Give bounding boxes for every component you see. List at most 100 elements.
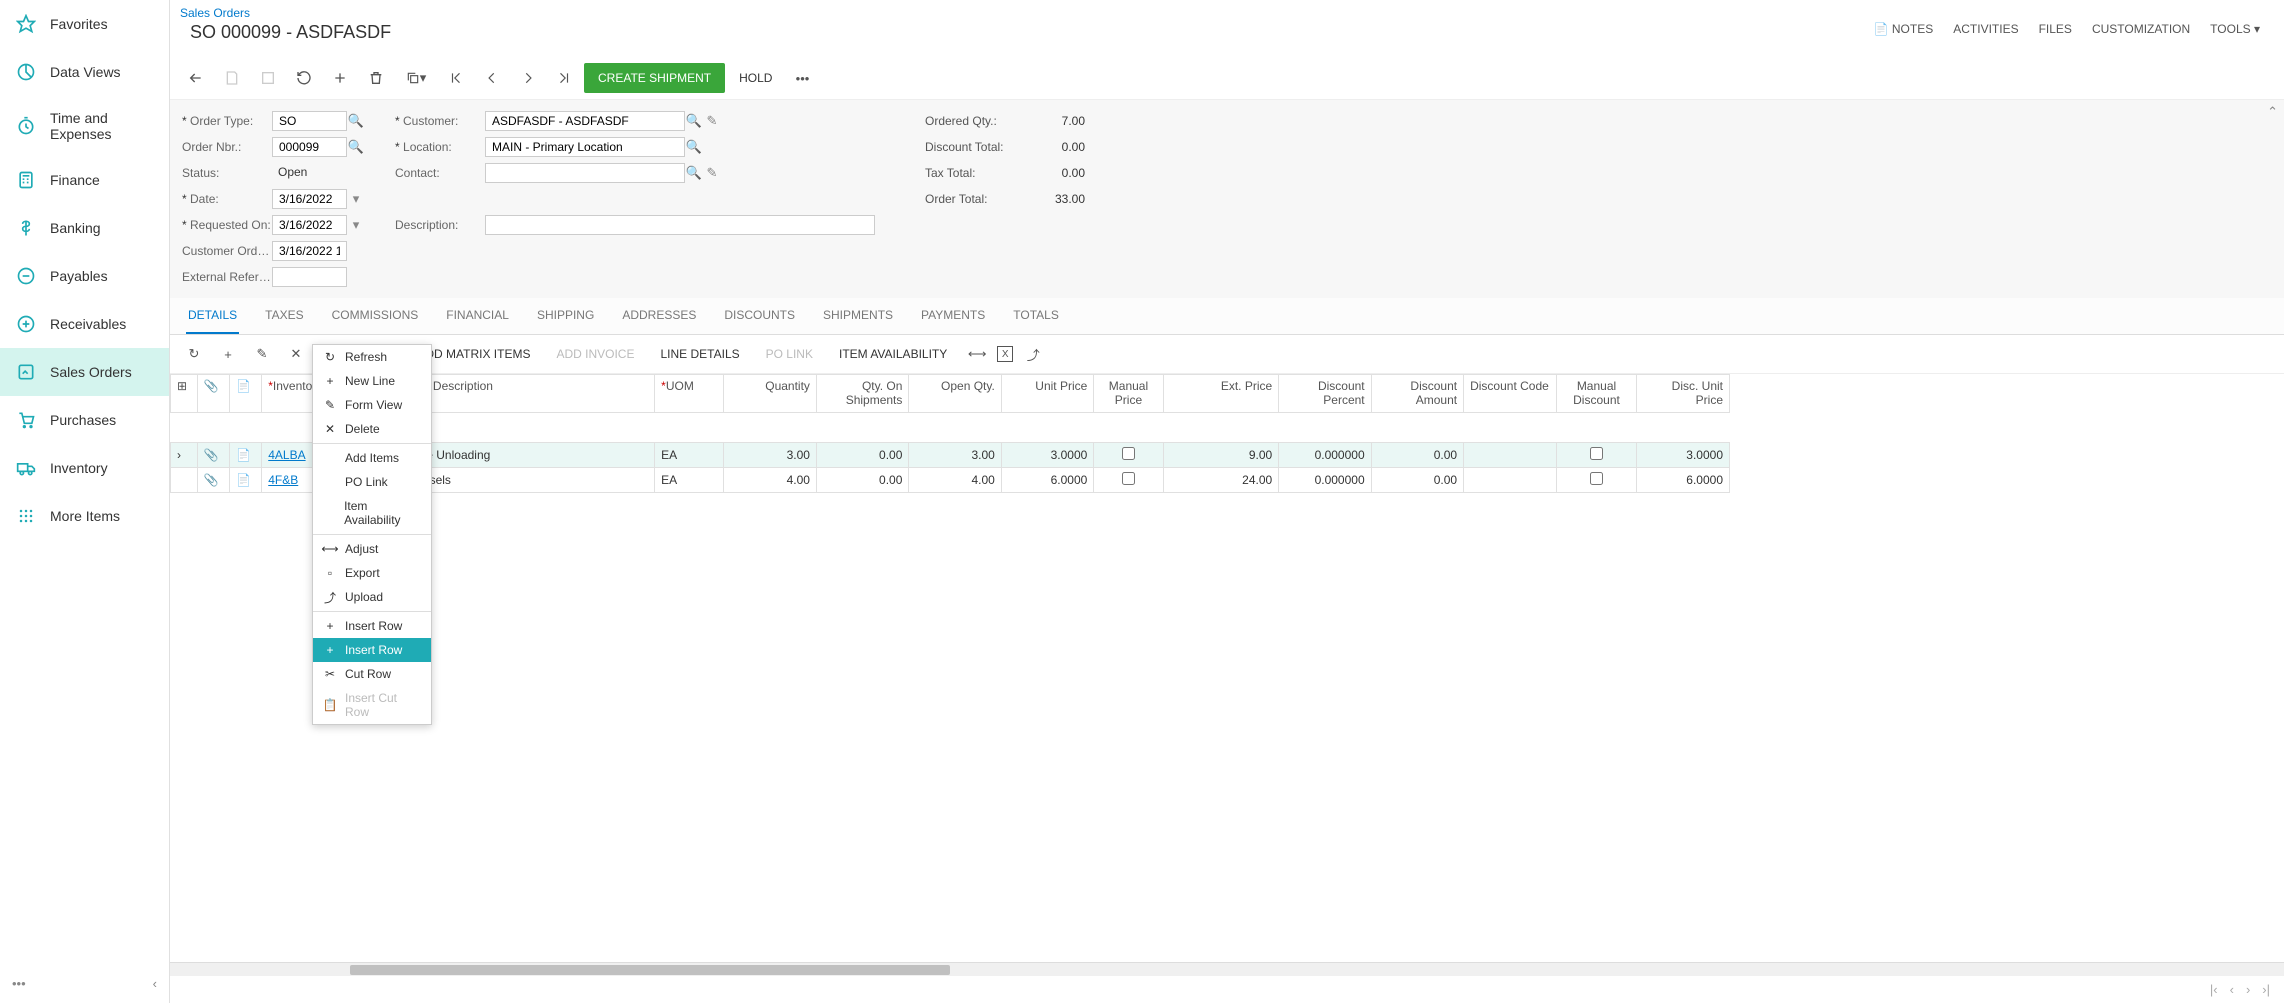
- sidebar-item-more[interactable]: More Items: [0, 492, 169, 540]
- ctx-add-items[interactable]: Add Items: [313, 446, 431, 470]
- customer-ord-field[interactable]: [272, 241, 347, 261]
- col-disc-amount[interactable]: Discount Amount: [1371, 375, 1463, 413]
- adjust-icon[interactable]: ⟷: [963, 341, 991, 367]
- attach-icon[interactable]: 📎: [197, 443, 229, 468]
- ctx-new-line[interactable]: +New Line: [313, 369, 431, 393]
- tab-addresses[interactable]: ADDRESSES: [620, 298, 698, 334]
- cell-uom[interactable]: EA: [655, 468, 724, 493]
- po-link-button[interactable]: PO LINK: [756, 347, 823, 361]
- cell-uom[interactable]: EA: [655, 443, 724, 468]
- page-prev-icon[interactable]: ‹: [2230, 982, 2234, 997]
- hold-button[interactable]: HOLD: [729, 63, 782, 93]
- customer-field[interactable]: [485, 111, 685, 131]
- col-unit-price[interactable]: Unit Price: [1001, 375, 1093, 413]
- files-link[interactable]: FILES: [2039, 22, 2072, 36]
- add-invoice-button[interactable]: ADD INVOICE: [546, 347, 644, 361]
- undo-icon[interactable]: [288, 63, 320, 93]
- manual-disc-checkbox[interactable]: [1590, 472, 1603, 485]
- tab-financial[interactable]: FINANCIAL: [444, 298, 511, 334]
- tools-link[interactable]: TOOLS ▾: [2210, 22, 2260, 36]
- cell-disc-pct[interactable]: 0.000000: [1279, 443, 1371, 468]
- refresh-icon[interactable]: ↻: [180, 341, 208, 367]
- save-icon[interactable]: [216, 63, 248, 93]
- cell-disc-amt[interactable]: 0.00: [1371, 468, 1463, 493]
- col-open-qty[interactable]: Open Qty.: [909, 375, 1001, 413]
- horizontal-scrollbar[interactable]: [170, 962, 2284, 976]
- tab-shipping[interactable]: SHIPPING: [535, 298, 596, 334]
- search-icon[interactable]: 🔍: [347, 112, 365, 130]
- col-uom[interactable]: *UOM: [655, 375, 724, 413]
- date-field[interactable]: [272, 189, 347, 209]
- col-line-desc[interactable]: Line Description: [400, 375, 654, 413]
- notes-link[interactable]: 📄 NOTES: [1874, 22, 1934, 36]
- tab-discounts[interactable]: DISCOUNTS: [722, 298, 797, 334]
- manual-disc-checkbox[interactable]: [1590, 447, 1603, 460]
- requested-on-field[interactable]: [272, 215, 347, 235]
- col-disc-unit-price[interactable]: Disc. Unit Price: [1637, 375, 1730, 413]
- search-icon[interactable]: 🔍: [685, 112, 703, 130]
- copy-dropdown-icon[interactable]: ▾: [396, 63, 436, 93]
- order-type-field[interactable]: [272, 111, 347, 131]
- create-shipment-button[interactable]: CREATE SHIPMENT: [584, 63, 725, 93]
- chevron-down-icon[interactable]: ▾: [347, 190, 365, 208]
- description-field[interactable]: [485, 215, 875, 235]
- add-row-icon[interactable]: +: [214, 341, 242, 367]
- ctx-po-link[interactable]: PO Link: [313, 470, 431, 494]
- col-disc-code[interactable]: Discount Code: [1464, 375, 1556, 413]
- tab-shipments[interactable]: SHIPMENTS: [821, 298, 895, 334]
- ctx-insert-row[interactable]: +Insert Row: [313, 614, 431, 638]
- sidebar-item-purchases[interactable]: Purchases: [0, 396, 169, 444]
- cell-qty[interactable]: 3.00: [724, 443, 816, 468]
- collapse-up-icon[interactable]: ⌃: [2267, 104, 2278, 120]
- row-expand-icon[interactable]: ›: [171, 443, 198, 468]
- sidebar-item-receivables[interactable]: Receivables: [0, 300, 169, 348]
- cell-qty[interactable]: 4.00: [724, 468, 816, 493]
- external-ref-field[interactable]: [272, 267, 347, 287]
- export-icon[interactable]: X: [997, 346, 1013, 362]
- ctx-cut-row[interactable]: ✂Cut Row: [313, 662, 431, 686]
- first-icon[interactable]: [440, 63, 472, 93]
- chevron-down-icon[interactable]: ▾: [347, 216, 365, 234]
- tab-totals[interactable]: TOTALS: [1011, 298, 1061, 334]
- back-icon[interactable]: [180, 63, 212, 93]
- plus-icon[interactable]: [324, 63, 356, 93]
- pencil-icon[interactable]: ✎: [703, 164, 721, 182]
- sidebar-item-salesorders[interactable]: Sales Orders: [0, 348, 169, 396]
- ctx-form-view[interactable]: ✎Form View: [313, 393, 431, 417]
- ctx-adjust[interactable]: ⟷Adjust: [313, 537, 431, 561]
- col-quantity[interactable]: Quantity: [724, 375, 816, 413]
- breadcrumb[interactable]: Sales Orders: [180, 6, 401, 20]
- cell-disc-pct[interactable]: 0.000000: [1279, 468, 1371, 493]
- item-availability-button[interactable]: ITEM AVAILABILITY: [829, 347, 957, 361]
- col-ext-price[interactable]: Ext. Price: [1163, 375, 1279, 413]
- ctx-refresh[interactable]: ↻Refresh: [313, 345, 431, 369]
- manual-price-checkbox[interactable]: [1122, 472, 1135, 485]
- tab-details[interactable]: DETAILS: [186, 298, 239, 334]
- ctx-export[interactable]: ▫Export: [313, 561, 431, 585]
- customization-link[interactable]: CUSTOMIZATION: [2092, 22, 2190, 36]
- sidebar-item-banking[interactable]: Banking: [0, 204, 169, 252]
- col-qty-shipments[interactable]: Qty. On Shipments: [816, 375, 908, 413]
- prev-icon[interactable]: [476, 63, 508, 93]
- sidebar-item-finance[interactable]: Finance: [0, 156, 169, 204]
- cell-unit-price[interactable]: 6.0000: [1001, 468, 1093, 493]
- col-manual-disc[interactable]: Manual Discount: [1556, 375, 1637, 413]
- sidebar-item-favorites[interactable]: Favorites: [0, 0, 169, 48]
- edit-row-icon[interactable]: ✎: [248, 341, 276, 367]
- ctx-upload[interactable]: ⤴Upload: [313, 585, 431, 609]
- location-field[interactable]: [485, 137, 685, 157]
- sidebar-item-dataviews[interactable]: Data Views: [0, 48, 169, 96]
- order-nbr-field[interactable]: [272, 137, 347, 157]
- activities-link[interactable]: ACTIVITIES: [1953, 22, 2018, 36]
- more-dots-icon[interactable]: •••: [12, 976, 26, 991]
- note-icon[interactable]: 📄: [229, 443, 261, 468]
- sidebar-item-time[interactable]: Time and Expenses: [0, 96, 169, 156]
- col-disc-percent[interactable]: Discount Percent: [1279, 375, 1371, 413]
- manual-price-checkbox[interactable]: [1122, 447, 1135, 460]
- more-actions-icon[interactable]: •••: [786, 63, 818, 93]
- search-icon[interactable]: 🔍: [685, 164, 703, 182]
- save-close-icon[interactable]: [252, 63, 284, 93]
- sidebar-item-payables[interactable]: Payables: [0, 252, 169, 300]
- tab-payments[interactable]: PAYMENTS: [919, 298, 987, 334]
- line-details-button[interactable]: LINE DETAILS: [650, 347, 749, 361]
